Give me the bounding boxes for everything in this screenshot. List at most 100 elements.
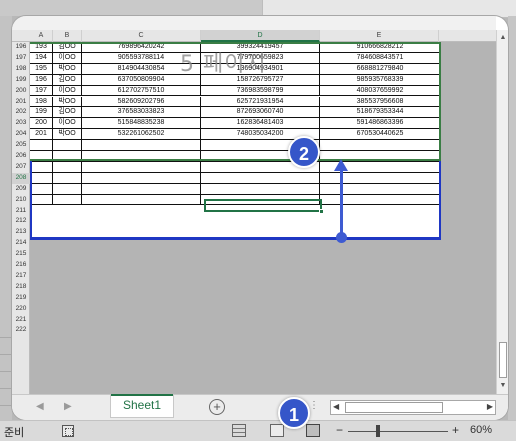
row-header[interactable]: 220: [12, 304, 30, 315]
cell-c[interactable]: 515848835238: [82, 118, 201, 130]
row-header[interactable]: 201: [12, 97, 30, 108]
cell-a[interactable]: 195: [30, 63, 53, 75]
cell-a[interactable]: [30, 172, 53, 184]
cell-e[interactable]: 784608843571: [320, 52, 441, 64]
cell-c[interactable]: 532261062502: [82, 129, 201, 141]
cell-a[interactable]: 196: [30, 74, 53, 86]
page-layout-view-icon[interactable]: [270, 424, 284, 437]
cell-b[interactable]: [53, 183, 82, 195]
normal-view-icon[interactable]: [232, 424, 246, 437]
cell-e[interactable]: [320, 194, 441, 206]
row-header[interactable]: 197: [12, 53, 30, 64]
row-header[interactable]: 208: [12, 172, 30, 184]
cell-c[interactable]: [82, 140, 201, 151]
cell-b[interactable]: 김OO: [53, 74, 82, 86]
row-header[interactable]: 213: [12, 227, 30, 238]
cell-b[interactable]: [53, 161, 82, 173]
cell-d[interactable]: 872693060740: [201, 107, 320, 119]
column-header-e[interactable]: E: [320, 30, 439, 42]
cell-b[interactable]: 박OO: [53, 63, 82, 75]
cell-c[interactable]: [82, 194, 201, 206]
cell-c[interactable]: [82, 172, 201, 184]
row-header[interactable]: 198: [12, 64, 30, 75]
row-header[interactable]: 212: [12, 216, 30, 227]
cell-e[interactable]: 518679353344: [320, 107, 441, 119]
cell-d[interactable]: 736983598799: [201, 85, 320, 97]
row-header[interactable]: 217: [12, 271, 30, 282]
accessibility-icon[interactable]: [62, 425, 74, 437]
cell-b[interactable]: [53, 140, 82, 151]
tab-split-handle-icon[interactable]: ⋮: [309, 400, 319, 411]
scroll-up-icon[interactable]: ▲: [499, 34, 507, 42]
row-header[interactable]: 204: [12, 129, 30, 140]
column-header-c[interactable]: C: [82, 30, 201, 42]
cell-e[interactable]: [320, 140, 441, 151]
scroll-right-icon[interactable]: ▶: [487, 402, 493, 411]
row-header[interactable]: 210: [12, 195, 30, 206]
zoom-out-icon[interactable]: −: [336, 423, 343, 437]
cell-e[interactable]: 385537956608: [320, 96, 441, 108]
cell-a[interactable]: [30, 194, 53, 206]
sheet-tab-sheet1[interactable]: Sheet1: [110, 394, 174, 418]
cell-a[interactable]: 200: [30, 118, 53, 130]
row-header[interactable]: 200: [12, 86, 30, 97]
zoom-level[interactable]: 60%: [470, 424, 492, 436]
prev-sheet-icon[interactable]: ◀: [36, 401, 44, 412]
print-area-border-bottom[interactable]: [30, 237, 441, 240]
row-header[interactable]: 222: [12, 325, 30, 336]
zoom-slider-thumb[interactable]: [376, 425, 380, 437]
cell-b[interactable]: 박OO: [53, 129, 82, 141]
row-header[interactable]: 206: [12, 151, 30, 162]
cell-a[interactable]: 199: [30, 107, 53, 119]
vertical-scrollbar[interactable]: ▲ ▼: [496, 30, 508, 394]
row-header[interactable]: 207: [12, 162, 30, 173]
cell-d[interactable]: 162836481403: [201, 118, 320, 130]
scroll-down-icon[interactable]: ▼: [499, 382, 507, 390]
selected-cell-d208[interactable]: [204, 199, 322, 212]
row-header[interactable]: 199: [12, 75, 30, 86]
column-header-a[interactable]: A: [30, 30, 53, 42]
zoom-slider[interactable]: [348, 431, 448, 432]
cell-d[interactable]: 625721931954: [201, 96, 320, 108]
cell-c[interactable]: [82, 183, 201, 195]
row-header[interactable]: 221: [12, 315, 30, 326]
cell-a[interactable]: 198: [30, 96, 53, 108]
cell-a[interactable]: 194: [30, 52, 53, 64]
cell-a[interactable]: 201: [30, 129, 53, 141]
vertical-scroll-thumb[interactable]: [499, 342, 507, 378]
next-sheet-icon[interactable]: ▶: [64, 401, 72, 412]
row-header[interactable]: 196: [12, 42, 30, 53]
row-header[interactable]: 202: [12, 107, 30, 118]
cell-b[interactable]: 이OO: [53, 52, 82, 64]
cell-c[interactable]: [82, 161, 201, 173]
cell-e[interactable]: [320, 183, 441, 195]
cell-b[interactable]: 이OO: [53, 118, 82, 130]
cell-d[interactable]: [201, 172, 320, 184]
page-break-preview-icon[interactable]: [306, 424, 320, 437]
cell-e[interactable]: 408037659992: [320, 85, 441, 97]
cell-c[interactable]: 376583033823: [82, 107, 201, 119]
cell-a[interactable]: [30, 183, 53, 195]
cell-e[interactable]: 985935768339: [320, 74, 441, 86]
page-break-line[interactable]: [30, 159, 441, 161]
row-header[interactable]: 216: [12, 260, 30, 271]
add-sheet-icon[interactable]: +: [209, 399, 225, 415]
horizontal-scroll-thumb[interactable]: [345, 402, 443, 413]
cell-b[interactable]: 박OO: [53, 96, 82, 108]
row-header[interactable]: 205: [12, 140, 30, 151]
row-header[interactable]: 219: [12, 293, 30, 304]
cell-e[interactable]: 591486863396: [320, 118, 441, 130]
horizontal-scrollbar[interactable]: ◀ ▶: [330, 400, 496, 415]
row-header[interactable]: 211: [12, 206, 30, 217]
column-header-b[interactable]: B: [53, 30, 82, 42]
row-header[interactable]: 214: [12, 238, 30, 249]
cell-e[interactable]: [320, 172, 441, 184]
cell-c[interactable]: 582609202796: [82, 96, 201, 108]
row-header[interactable]: 215: [12, 249, 30, 260]
cell-a[interactable]: [30, 140, 53, 151]
cell-a[interactable]: [30, 161, 53, 173]
cell-e[interactable]: 670530440625: [320, 129, 441, 141]
row-header[interactable]: 209: [12, 184, 30, 195]
cell-d[interactable]: [201, 183, 320, 195]
scroll-left-icon[interactable]: ◀: [333, 402, 339, 411]
